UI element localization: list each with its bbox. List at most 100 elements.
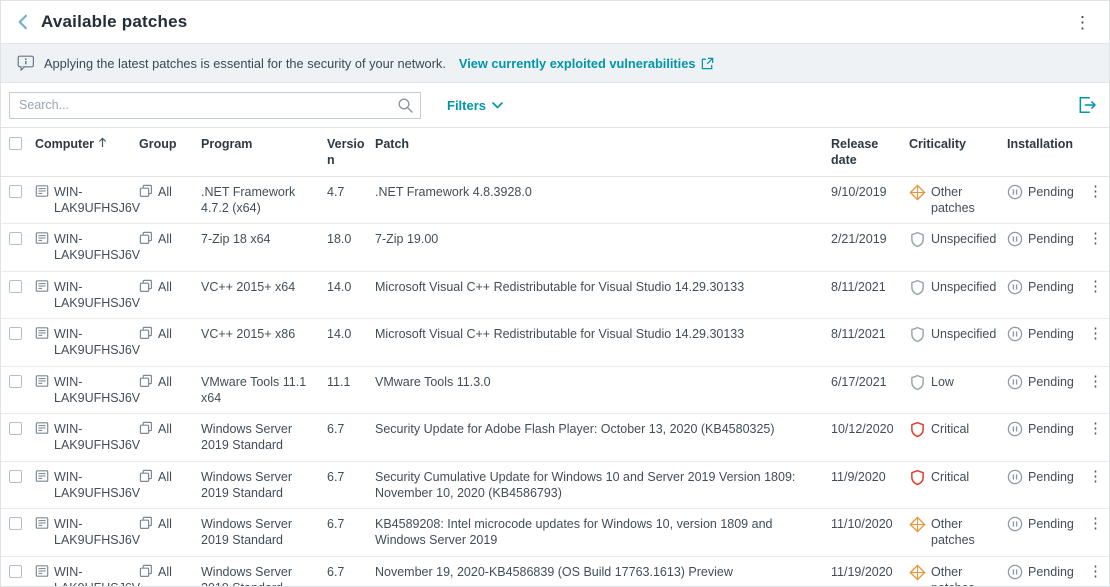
search-icon[interactable] bbox=[397, 97, 414, 114]
computer-name[interactable]: WIN-LAK9UFHSJ6V bbox=[54, 421, 140, 454]
row-menu-button[interactable]: ⋮ bbox=[1085, 563, 1106, 580]
computer-cell: WIN-LAK9UFHSJ6V bbox=[35, 421, 139, 454]
row-checkbox[interactable] bbox=[9, 185, 22, 198]
computer-name[interactable]: WIN-LAK9UFHSJ6V bbox=[54, 326, 140, 359]
shield-icon bbox=[909, 374, 926, 391]
release-date-cell: 9/10/2019 bbox=[831, 184, 909, 200]
group-icon bbox=[139, 516, 153, 530]
row-checkbox[interactable] bbox=[9, 422, 22, 435]
computer-name[interactable]: WIN-LAK9UFHSJ6V bbox=[54, 469, 140, 502]
row-actions-cell: ⋮ bbox=[1085, 184, 1109, 200]
installation-status: Pending bbox=[1028, 231, 1074, 247]
patch-cell: Microsoft Visual C++ Redistributable for… bbox=[375, 326, 831, 342]
row-menu-button[interactable]: ⋮ bbox=[1085, 183, 1106, 200]
column-label: Release date bbox=[831, 136, 901, 169]
computer-icon bbox=[35, 516, 49, 530]
patch-cell: Security Cumulative Update for Windows 1… bbox=[375, 469, 831, 502]
version-cell: 11.1 bbox=[327, 374, 375, 390]
installation-cell: Pending bbox=[1007, 564, 1085, 580]
criticality-icon bbox=[909, 326, 926, 343]
computer-cell: WIN-LAK9UFHSJ6V bbox=[35, 469, 139, 502]
criticality-cell: Other patches bbox=[909, 564, 1007, 587]
installation-status: Pending bbox=[1028, 469, 1074, 485]
computer-name[interactable]: WIN-LAK9UFHSJ6V bbox=[54, 184, 140, 217]
filters-button[interactable]: Filters bbox=[447, 98, 503, 113]
row-checkbox[interactable] bbox=[9, 470, 22, 483]
pending-pause-icon bbox=[1007, 184, 1023, 200]
computer-name[interactable]: WIN-LAK9UFHSJ6V bbox=[54, 279, 140, 312]
column-header-patch[interactable]: Patch bbox=[375, 136, 831, 152]
release-date-cell: 11/10/2020 bbox=[831, 516, 909, 532]
table-row: WIN-LAK9UFHSJ6V All Windows Server 2019 … bbox=[1, 557, 1109, 587]
computer-name[interactable]: WIN-LAK9UFHSJ6V bbox=[54, 231, 140, 264]
row-menu-button[interactable]: ⋮ bbox=[1085, 468, 1106, 485]
group-name: All bbox=[158, 516, 172, 532]
computer-icon bbox=[35, 374, 49, 388]
select-all-checkbox[interactable] bbox=[9, 137, 22, 150]
version-cell: 6.7 bbox=[327, 564, 375, 580]
row-menu-button[interactable]: ⋮ bbox=[1085, 278, 1106, 295]
back-button[interactable] bbox=[11, 11, 33, 33]
column-header-group[interactable]: Group bbox=[139, 136, 201, 152]
computer-name[interactable]: WIN-LAK9UFHSJ6V bbox=[54, 516, 140, 549]
criticality-cell: Unspecified bbox=[909, 231, 1007, 248]
column-label: Installation bbox=[1007, 136, 1073, 152]
column-label: Group bbox=[139, 136, 177, 152]
row-menu-button[interactable]: ⋮ bbox=[1085, 515, 1106, 532]
checkbox-cell bbox=[9, 421, 35, 439]
group-cell: All bbox=[139, 374, 201, 390]
column-header-release-date[interactable]: Release date bbox=[831, 136, 909, 169]
page-title: Available patches bbox=[41, 12, 187, 32]
group-name: All bbox=[158, 326, 172, 342]
info-banner: Applying the latest patches is essential… bbox=[1, 43, 1109, 83]
pending-pause-icon bbox=[1007, 326, 1023, 342]
shield-icon bbox=[909, 231, 926, 248]
exploited-vulnerabilities-link[interactable]: View currently exploited vulnerabilities bbox=[459, 56, 716, 71]
column-header-program[interactable]: Program bbox=[201, 136, 327, 152]
table-row: WIN-LAK9UFHSJ6V All VC++ 2015+ x86 14.0 … bbox=[1, 319, 1109, 367]
row-menu-button[interactable]: ⋮ bbox=[1085, 325, 1106, 342]
release-date-cell: 2/21/2019 bbox=[831, 231, 909, 247]
header-menu-button[interactable]: ⋮ bbox=[1070, 12, 1095, 33]
checkbox-cell bbox=[9, 374, 35, 392]
row-checkbox[interactable] bbox=[9, 232, 22, 245]
program-cell: VMware Tools 11.1 x64 bbox=[201, 374, 327, 407]
row-checkbox[interactable] bbox=[9, 517, 22, 530]
program-cell: Windows Server 2019 Standard bbox=[201, 469, 327, 502]
row-menu-button[interactable]: ⋮ bbox=[1085, 230, 1106, 247]
group-icon bbox=[139, 279, 153, 293]
column-header-computer[interactable]: Computer bbox=[35, 136, 139, 152]
row-actions-cell: ⋮ bbox=[1085, 421, 1109, 437]
patch-cell: KB4589208: Intel microcode updates for W… bbox=[375, 516, 831, 549]
computer-name[interactable]: WIN-LAK9UFHSJ6V bbox=[54, 564, 140, 587]
group-cell: All bbox=[139, 184, 201, 200]
table-row: WIN-LAK9UFHSJ6V All VMware Tools 11.1 x6… bbox=[1, 367, 1109, 415]
chevron-down-icon bbox=[492, 102, 503, 109]
group-icon bbox=[139, 564, 153, 578]
criticality-cell: Low bbox=[909, 374, 1007, 391]
row-checkbox[interactable] bbox=[9, 327, 22, 340]
row-checkbox[interactable] bbox=[9, 375, 22, 388]
criticality-icon bbox=[909, 516, 926, 533]
computer-cell: WIN-LAK9UFHSJ6V bbox=[35, 279, 139, 312]
column-header-criticality[interactable]: Criticality bbox=[909, 136, 1007, 152]
export-icon[interactable] bbox=[1077, 95, 1097, 115]
group-name: All bbox=[158, 421, 172, 437]
pending-pause-icon bbox=[1007, 469, 1023, 485]
table-header: Computer Group Program Version Patch Rel… bbox=[1, 127, 1109, 177]
row-checkbox[interactable] bbox=[9, 565, 22, 578]
criticality-cell: Other patches bbox=[909, 184, 1007, 217]
row-menu-button[interactable]: ⋮ bbox=[1085, 373, 1106, 390]
column-header-version[interactable]: Version bbox=[327, 136, 375, 169]
row-menu-button[interactable]: ⋮ bbox=[1085, 420, 1106, 437]
computer-name[interactable]: WIN-LAK9UFHSJ6V bbox=[54, 374, 140, 407]
criticality-icon bbox=[909, 374, 926, 391]
criticality-icon bbox=[909, 279, 926, 296]
group-cell: All bbox=[139, 516, 201, 532]
group-name: All bbox=[158, 469, 172, 485]
pending-pause-icon bbox=[1007, 374, 1023, 390]
column-header-installation[interactable]: Installation bbox=[1007, 136, 1085, 152]
patch-cell: 7-Zip 19.00 bbox=[375, 231, 831, 247]
row-checkbox[interactable] bbox=[9, 280, 22, 293]
search-input[interactable] bbox=[9, 92, 421, 119]
